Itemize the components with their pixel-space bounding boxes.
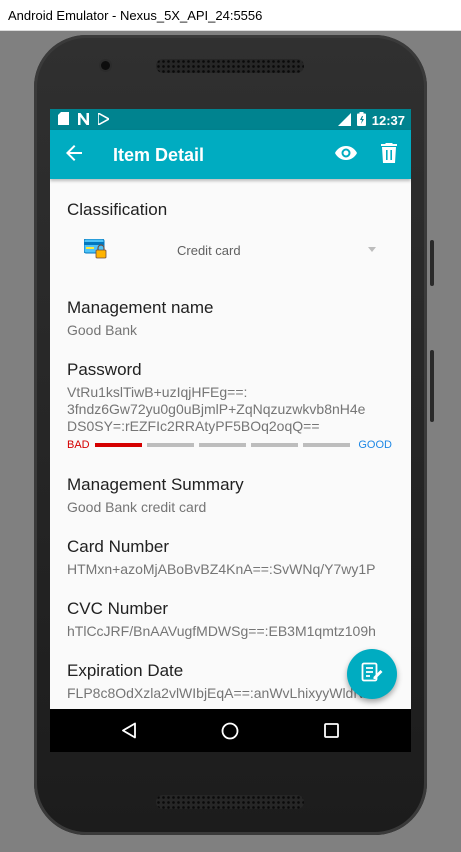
password-label: Password [67, 360, 142, 379]
edit-fab-button[interactable] [347, 649, 397, 699]
sd-card-icon [58, 112, 69, 128]
classification-select[interactable]: Credit card [50, 237, 411, 265]
dropdown-arrow-icon [368, 247, 376, 252]
strength-high-label: GOOD [358, 439, 392, 451]
circle-home-icon[interactable] [221, 722, 239, 745]
credit-card-lock-icon [83, 238, 107, 264]
strength-segment [251, 443, 298, 447]
app-bar: Item Detail [50, 130, 411, 179]
strength-segment [147, 443, 194, 447]
management-name-label: Management name [67, 298, 214, 317]
lte-signal-icon [335, 112, 351, 129]
strength-segment [95, 443, 142, 447]
strength-segment [199, 443, 246, 447]
card-number-label: Card Number [67, 537, 170, 556]
power-button [430, 350, 434, 422]
cvc-number-value: hTlCcJRF/BnAAVugfMDWSg==:EB3M1qmtz109h [67, 623, 376, 639]
n-notification-icon [77, 112, 90, 128]
classification-value: Credit card [177, 243, 241, 258]
device-screen: 12:37 Item Detail Classification Credit … [50, 109, 411, 752]
top-speaker [156, 59, 304, 73]
play-store-icon [97, 111, 111, 128]
password-strength-meter: BAD GOOD [67, 438, 392, 452]
edit-note-icon [361, 661, 383, 688]
password-value: VtRu1kslTiwB+uzIqjHFEg==: 3fndz6Gw72yu0g… [67, 384, 366, 434]
page-title: Item Detail [113, 145, 205, 165]
clock: 12:37 [371, 113, 405, 128]
square-recent-icon[interactable] [324, 723, 339, 743]
volume-button [430, 240, 434, 286]
trash-icon[interactable] [380, 142, 398, 169]
cvc-number-label: CVC Number [67, 599, 169, 618]
battery-icon [356, 112, 366, 129]
arrow-left-icon[interactable] [64, 143, 84, 168]
card-number-value: HTMxn+azoMjABoBvBZ4KnA==:SvWNq/Y7wy1P [67, 561, 376, 577]
classification-label: Classification [67, 200, 168, 219]
status-bar: 12:37 [50, 109, 411, 130]
front-camera [101, 61, 110, 70]
strength-segment [303, 443, 350, 447]
eye-icon[interactable] [334, 142, 358, 169]
triangle-back-icon[interactable] [121, 722, 137, 744]
expiration-date-value: FLP8c8OdXzla2vlWIbjEqA==:anWvLhixyyWldNA… [67, 685, 381, 701]
detail-content: Classification Credit card Management na… [50, 179, 411, 709]
bottom-speaker [156, 795, 304, 809]
management-summary-value: Good Bank credit card [67, 499, 207, 515]
management-name-value: Good Bank [67, 322, 138, 338]
expiration-date-label: Expiration Date [67, 661, 184, 680]
strength-low-label: BAD [67, 439, 90, 451]
emulator-window-title: Android Emulator - Nexus_5X_API_24:5556 [0, 0, 461, 31]
management-summary-label: Management Summary [67, 475, 244, 494]
navigation-bar [50, 709, 411, 752]
